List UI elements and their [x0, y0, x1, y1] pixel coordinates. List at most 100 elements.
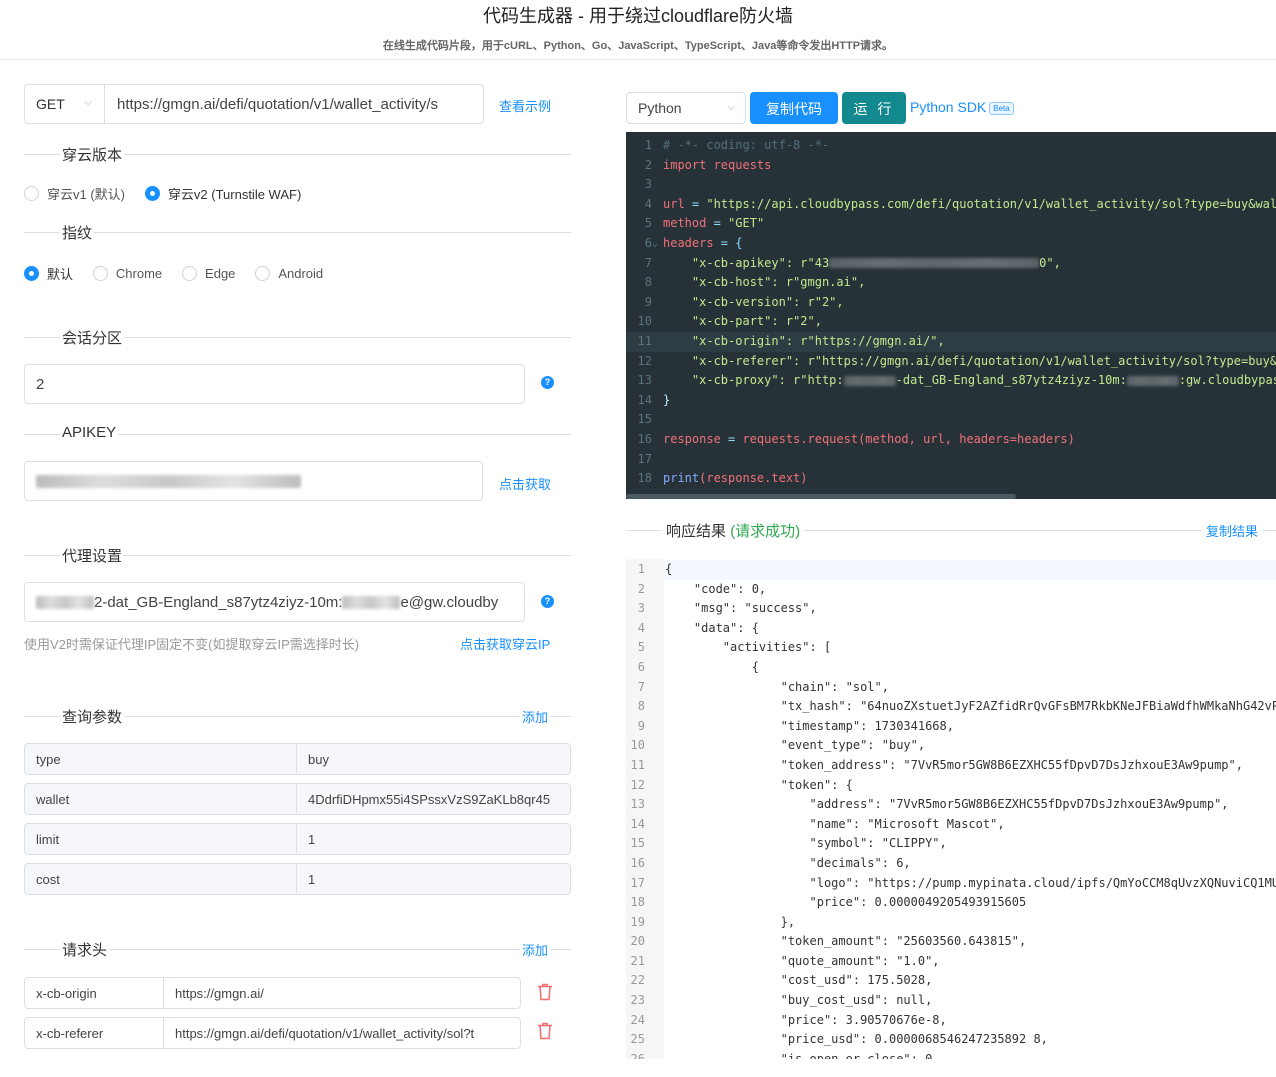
line-number: 16 [637, 431, 652, 446]
param-key[interactable]: wallet [24, 783, 297, 815]
version-section-header: 穿云版本 [24, 144, 571, 165]
code-token: requests.request [742, 431, 859, 446]
param-key[interactable]: cost [24, 863, 297, 895]
result-line: 12 "token": { [626, 775, 1276, 796]
param-value[interactable]: 1 [297, 823, 571, 855]
apikey-input[interactable] [24, 461, 483, 501]
radio-version-v2[interactable]: 穿云v2 (Turnstile WAF) [144, 184, 301, 203]
line-number: 6 [644, 235, 652, 250]
section-title: 请求头 [60, 939, 110, 960]
result-line: 3 "msg": "success", [626, 599, 1276, 619]
radio-fp-android[interactable]: Android [255, 266, 323, 281]
radio-label: Chrome [115, 266, 163, 281]
result-text: "address": "7VvR5mor5GW8B6EZXHC55fDpvD7D… [665, 797, 1229, 812]
line-number: 2 [644, 157, 652, 172]
result-text: { [665, 659, 759, 674]
param-key[interactable]: type [24, 743, 297, 775]
result-viewer[interactable]: 1{2 "code": 0, 3 "msg": "success", 4 "data… [626, 559, 1276, 1059]
line-number: 26 [626, 1049, 664, 1059]
result-text: "activities": [ [665, 640, 832, 655]
param-value[interactable]: 1 [297, 863, 571, 895]
radio-fp-chrome[interactable]: Chrome [92, 266, 163, 281]
line-number: 16 [626, 853, 664, 874]
radio-fp-edge[interactable]: Edge [182, 266, 235, 281]
section-title: 会话分区 [60, 327, 125, 348]
radio-label: Edge [205, 266, 236, 281]
header-value[interactable]: https://gmgn.ai/defi/quotation/v1/wallet… [164, 1017, 521, 1049]
param-key[interactable]: limit [24, 823, 297, 855]
line-number: 9 [644, 294, 652, 309]
result-text: }, [665, 914, 796, 929]
radio-version-v1[interactable]: 穿云v1 (默认) [24, 184, 125, 203]
result-text: "data": { [665, 620, 759, 635]
line-number: 10 [637, 314, 652, 329]
session-input[interactable]: 2 [24, 364, 525, 404]
language-select[interactable]: Python ⌵ [626, 92, 746, 124]
param-value[interactable]: buy [297, 743, 571, 775]
code-line: "x-cb-host": r"gmgn.ai", [663, 275, 866, 290]
copy-result-button[interactable]: 复制结果 [1202, 521, 1263, 540]
trash-icon[interactable] [537, 1022, 553, 1040]
page-header: 代码生成器 - 用于绕过cloudflare防火墙 在线生成代码片段，用于cUR… [0, 0, 1276, 60]
radio-circle [255, 266, 271, 281]
radio-circle [24, 186, 39, 201]
result-title: 响应结果 [666, 523, 727, 540]
code-editor[interactable]: 1 # -*- coding: utf-8 -*- 2 import request… [626, 132, 1276, 499]
result-text: "token": { [665, 777, 853, 792]
fingerprint-radio-group: 默认 Chrome Edge Android [24, 264, 339, 284]
line-number: 7 [626, 677, 664, 698]
result-line: 1{ [626, 560, 1276, 580]
result-text: "logo": "https://pump.mypinata.cloud/ipf… [665, 875, 1276, 890]
result-line: 25 "price_usd": 0.0000068546247235892 8, [626, 1030, 1276, 1050]
url-input[interactable]: https://gmgn.ai/defi/quotation/v1/wallet… [104, 84, 484, 124]
result-text: "symbol": "CLIPPY", [665, 836, 947, 851]
horizontal-scrollbar[interactable] [626, 494, 1016, 499]
section-title: 代理设置 [60, 545, 125, 566]
radio-circle-checked [144, 186, 160, 201]
sdk-label: Python SDK [910, 99, 987, 115]
line-number: 1 [626, 560, 664, 580]
section-title: 穿云版本 [60, 144, 125, 165]
result-text: "msg": "success", [665, 601, 817, 616]
code-token: = [706, 216, 729, 231]
header-row: x-cb-origin https://gmgn.ai/ [24, 977, 521, 1009]
radio-fp-default[interactable]: 默认 [24, 264, 73, 283]
get-proxy-ip-link[interactable]: 点击获取穿云IP [460, 634, 550, 653]
result-line: 2 "code": 0, [626, 579, 1276, 600]
line-number: 4 [626, 618, 664, 639]
proxy-input[interactable]: 2-dat_GB-England_s87ytz4ziyz-10m: e@gw.c… [24, 582, 525, 622]
line-number: 17 [637, 451, 652, 466]
radio-circle-checked [24, 266, 39, 281]
redacted-value [1126, 375, 1179, 386]
python-sdk-link[interactable]: Python SDK Beta [910, 99, 1014, 115]
view-example-link[interactable]: 查看示例 [499, 96, 551, 115]
help-icon[interactable]: ? [541, 376, 554, 389]
result-text: "price": 0.0000049205493915605 [665, 895, 1027, 910]
add-query-param-button[interactable]: 添加 [520, 707, 551, 726]
trash-icon[interactable] [537, 983, 553, 1001]
divider [24, 232, 571, 233]
redacted-value [36, 474, 301, 488]
method-select[interactable]: GET ⌵ [24, 84, 105, 124]
result-line: 20 "token_amount": "25603560.643815", [626, 932, 1276, 952]
result-line: 22 "cost_usd": 175.5028, [626, 971, 1276, 992]
param-value[interactable]: 4DdrfiDHpmx55i4SPssxVzS9ZaKLb8qr45 [297, 783, 571, 815]
help-icon[interactable]: ? [541, 595, 554, 608]
radio-label: 穿云v1 (默认) [47, 187, 126, 202]
result-line: 8 "tx_hash": "64nuoZXstuetJyF2AZfidRrQvG… [626, 697, 1276, 717]
header-key[interactable]: x-cb-origin [24, 977, 164, 1009]
header-key[interactable]: x-cb-referer [24, 1017, 164, 1049]
code-token: requests [706, 157, 772, 172]
run-button[interactable]: 运 行 [842, 92, 906, 124]
redacted-value [829, 258, 1040, 269]
result-line: 13 "address": "7VvR5mor5GW8B6EZXHC55fDpv… [626, 795, 1276, 815]
add-header-button[interactable]: 添加 [520, 940, 551, 959]
copy-code-button[interactable]: 复制代码 [750, 92, 838, 124]
header-value[interactable]: https://gmgn.ai/ [164, 977, 521, 1009]
radio-label: Android [278, 266, 324, 281]
code-line: } [663, 392, 671, 407]
get-apikey-link[interactable]: 点击获取 [499, 474, 551, 493]
result-text: "price_usd": 0.0000068546247235892 8, [665, 1032, 1048, 1047]
fold-icon[interactable]: ⌄ [652, 234, 663, 254]
code-line: "x-cb-part": r"2", [663, 314, 822, 329]
